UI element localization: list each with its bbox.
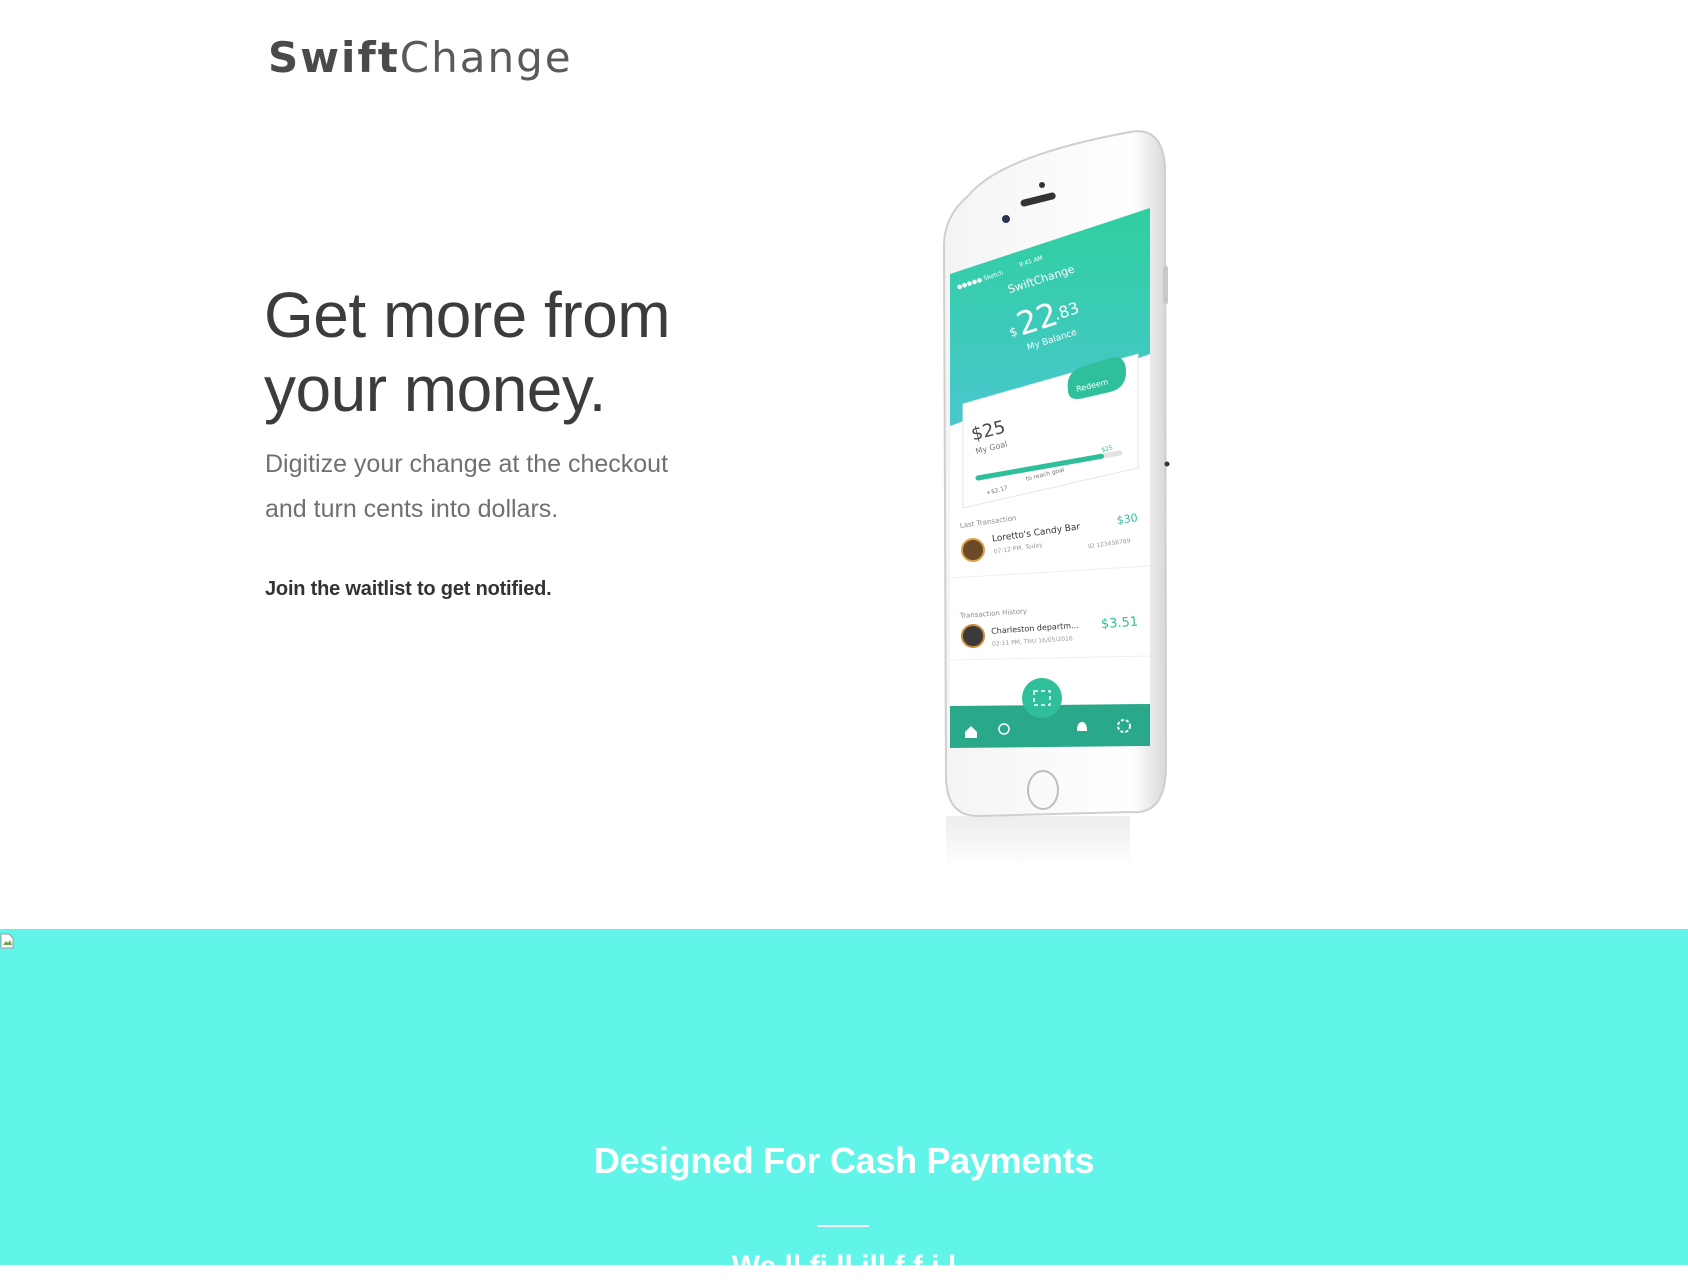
hero-headline: Get more from your money.: [264, 278, 784, 426]
headline-line-2: your money.: [264, 353, 606, 425]
phone-illustration: ●●●●● Sketch 9:41 AM SwiftChange $ 22 .8…: [942, 130, 1170, 868]
logo-bold-text: Swift: [268, 33, 400, 82]
merchant-avatar-1: [961, 538, 985, 562]
section-divider: [817, 1225, 869, 1227]
scan-fab: [1022, 678, 1062, 718]
section-partial-text: We ll fi ll ill f f i l: [731, 1250, 957, 1283]
phone-side-dot: [1164, 461, 1170, 467]
waitlist-cta: Join the waitlist to get notified.: [265, 578, 552, 600]
subtext-line-1: Digitize your change at the checkout: [265, 450, 669, 478]
history-amount: $3.51: [1100, 615, 1138, 633]
features-section: [0, 929, 1688, 1265]
headline-line-1: Get more from: [264, 279, 671, 351]
merchant-avatar-2: [961, 624, 985, 648]
logo-light-text: Change: [399, 33, 573, 82]
phone-mockup: ●●●●● Sketch 9:41 AM SwiftChange $ 22 .8…: [930, 126, 1190, 871]
phone-sensor: [1039, 182, 1045, 188]
subtext-line-2: and turn cents into dollars.: [265, 495, 559, 523]
section-title: Designed For Cash Payments: [593, 1140, 1095, 1181]
site-logo[interactable]: SwiftChange: [268, 28, 573, 88]
phone-reflection: [946, 816, 1130, 868]
phone-camera: [1002, 215, 1010, 223]
broken-image-icon: [0, 933, 14, 949]
hero-subtext: Digitize your change at the checkout and…: [265, 442, 705, 532]
phone-side-button: [1163, 266, 1168, 304]
